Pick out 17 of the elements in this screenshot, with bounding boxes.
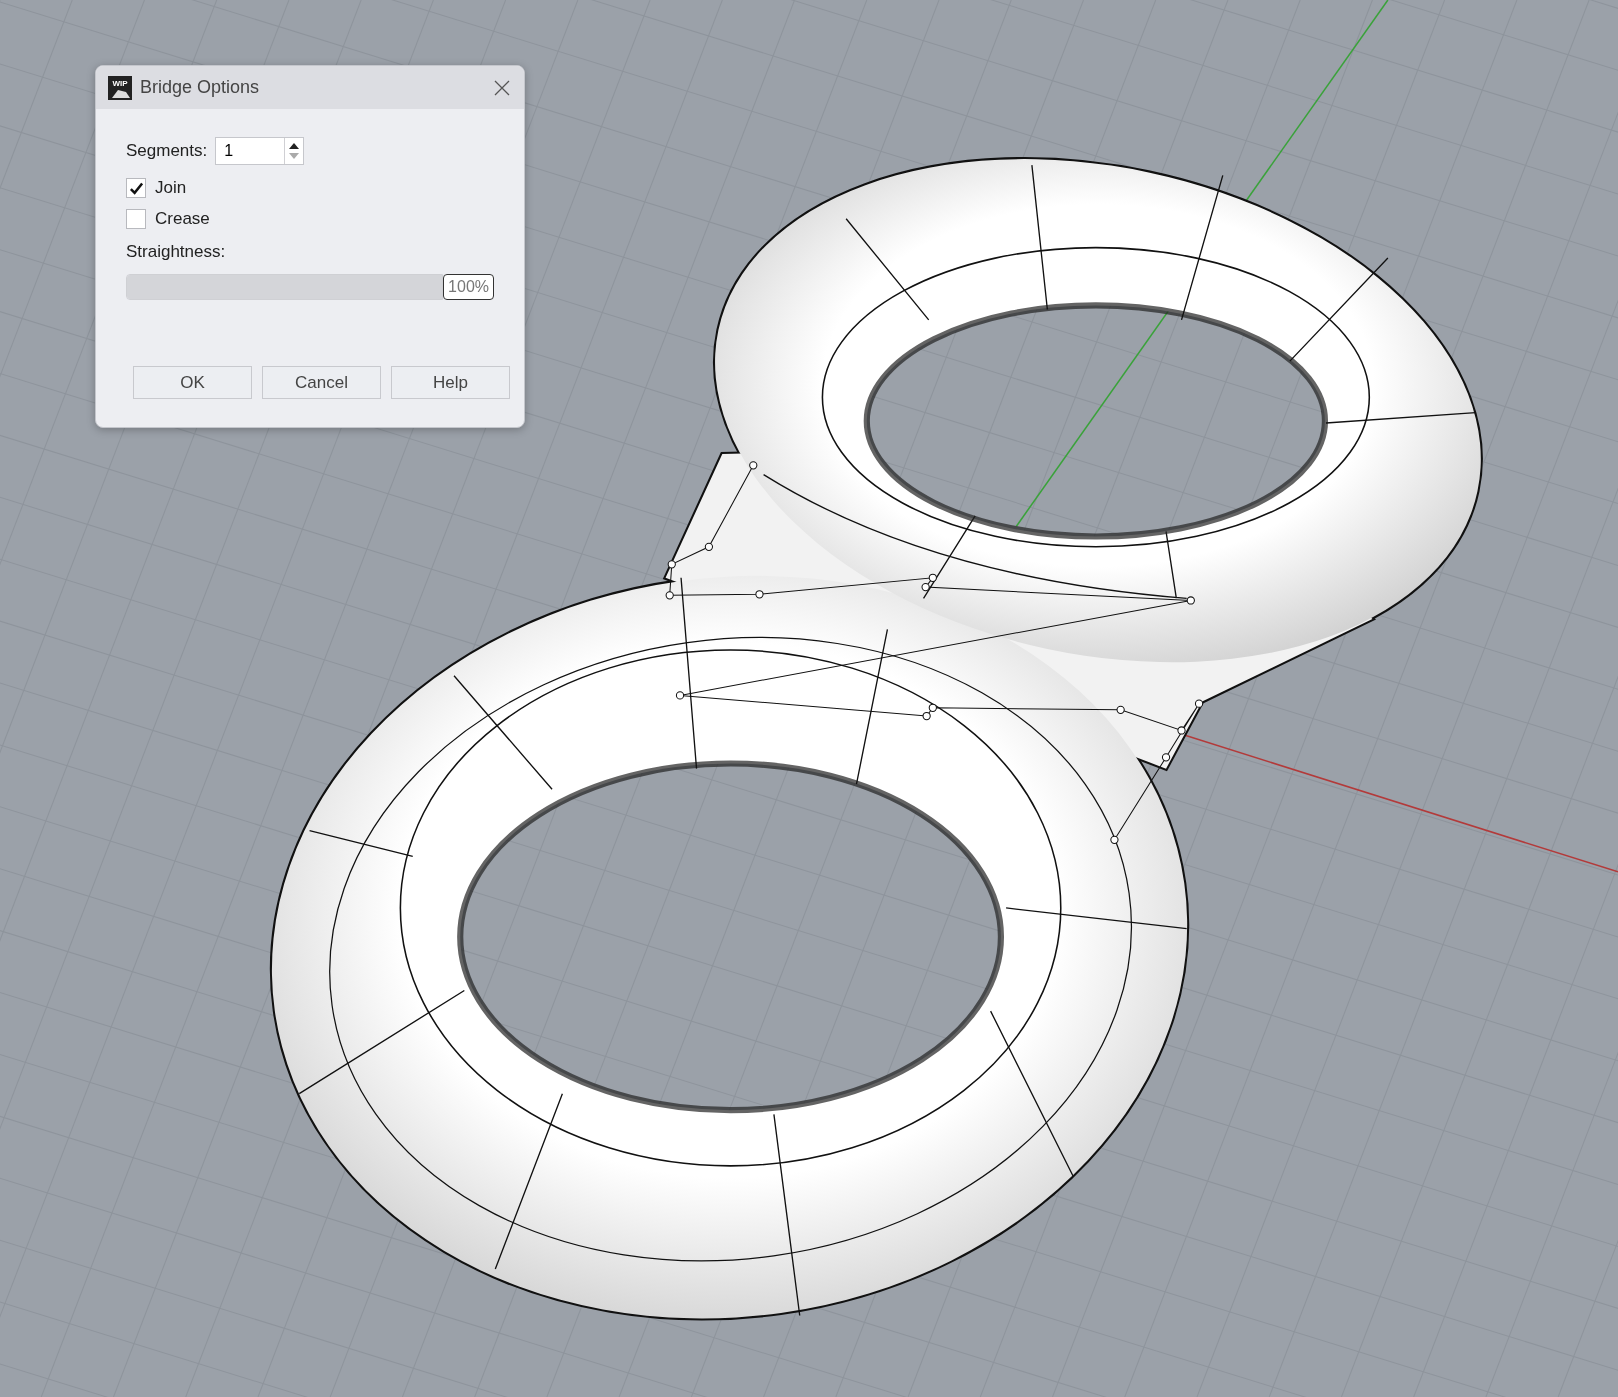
segments-spinner[interactable]: 1 <box>215 137 305 165</box>
dialog-button[interactable]: Cancel <box>262 366 381 399</box>
checkbox-label: Join <box>155 178 187 198</box>
close-icon[interactable] <box>494 79 510 96</box>
straightness-slider[interactable] <box>126 274 444 300</box>
up-arrow-icon[interactable] <box>289 143 300 149</box>
dialog-button[interactable]: Help <box>391 366 510 399</box>
segments-field[interactable]: 1 <box>216 138 285 164</box>
dialog-button[interactable]: OK <box>133 366 252 399</box>
checkbox[interactable] <box>126 209 146 229</box>
segments-label: Segments: <box>126 141 208 161</box>
straightness-label: Straightness: <box>126 242 227 262</box>
checkbox[interactable] <box>126 178 146 198</box>
straightness-reading: 100% <box>443 274 494 300</box>
app-logo-icon: WIP <box>108 75 132 100</box>
window-title: Bridge Options <box>140 77 261 98</box>
checkbox-label: Crease <box>155 209 210 229</box>
